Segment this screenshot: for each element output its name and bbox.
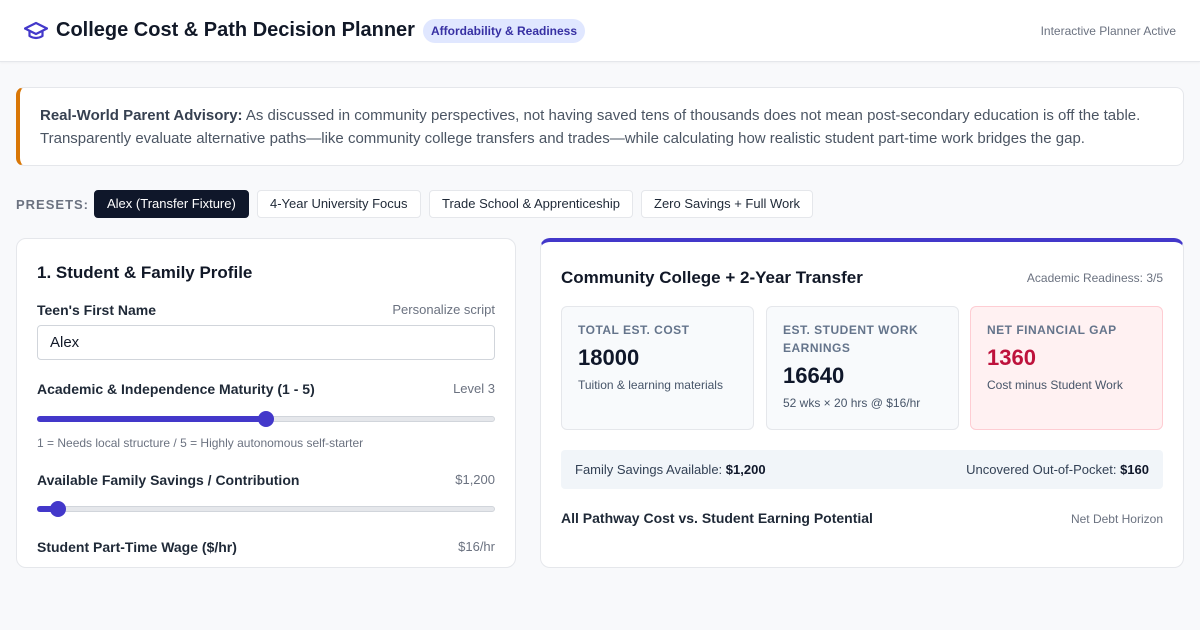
- preset-trade-school[interactable]: Trade School & Apprenticeship: [429, 190, 634, 218]
- profile-panel: 1. Student & Family Profile Teen's First…: [16, 238, 516, 568]
- graduation-cap-icon: [24, 21, 48, 40]
- preset-zero-savings[interactable]: Zero Savings + Full Work: [641, 190, 814, 218]
- wage-label: Student Part-Time Wage ($/hr): [37, 539, 237, 555]
- savings-available: Family Savings Available: $1,200: [575, 462, 766, 477]
- app-title: College Cost & Path Decision Planner: [56, 19, 415, 41]
- stat-net-gap: Net Financial Gap 1360 Cost minus Studen…: [970, 306, 1163, 430]
- advisory-lead: Real-World Parent Advisory:: [40, 107, 243, 124]
- uncovered-out-of-pocket: Uncovered Out-of-Pocket: $160: [966, 462, 1149, 477]
- path-title: Community College + 2-Year Transfer: [561, 268, 863, 287]
- maturity-slider-thumb[interactable]: [258, 411, 274, 427]
- results-panel: Community College + 2-Year Transfer Acad…: [540, 238, 1184, 568]
- profile-title: 1. Student & Family Profile: [37, 263, 253, 282]
- top-bar: College Cost & Path Decision Planner Aff…: [0, 0, 1200, 62]
- maturity-slider[interactable]: [37, 409, 495, 429]
- planner-status: Interactive Planner Active: [1040, 24, 1176, 38]
- chart-title: All Pathway Cost vs. Student Earning Pot…: [561, 510, 873, 526]
- maturity-value: Level 3: [453, 381, 495, 396]
- name-hint: Personalize script: [392, 302, 495, 317]
- readiness-score: Academic Readiness: 3/5: [1026, 271, 1163, 285]
- stat-total-cost: Total Est. Cost 18000 Tuition & learning…: [561, 306, 754, 430]
- maturity-slider-fill: [37, 416, 266, 422]
- savings-slider-thumb[interactable]: [49, 501, 66, 517]
- stat-work-earnings: Est. Student Work Earnings 16640 52 wks …: [766, 306, 959, 430]
- savings-label: Available Family Savings / Contribution: [37, 472, 300, 488]
- wage-value: $16/hr: [458, 539, 495, 554]
- preset-university[interactable]: 4-Year University Focus: [257, 190, 421, 218]
- name-label: Teen's First Name: [37, 302, 156, 318]
- header-badge: Affordability & Readiness: [423, 19, 586, 43]
- presets-label: PRESETS:: [16, 197, 90, 212]
- savings-summary-bar: Family Savings Available: $1,200 Uncover…: [561, 450, 1163, 489]
- preset-alex-transfer[interactable]: Alex (Transfer Fixture): [94, 190, 249, 218]
- maturity-label: Academic & Independence Maturity (1 - 5): [37, 381, 315, 397]
- maturity-hint: 1 = Needs local structure / 5 = Highly a…: [37, 436, 364, 450]
- savings-value: $1,200: [455, 472, 495, 487]
- savings-slider[interactable]: [37, 499, 495, 519]
- chart-hint: Net Debt Horizon: [1070, 512, 1163, 526]
- parent-advisory: Real-World Parent Advisory: As discussed…: [16, 87, 1184, 166]
- teen-name-input[interactable]: [37, 325, 495, 360]
